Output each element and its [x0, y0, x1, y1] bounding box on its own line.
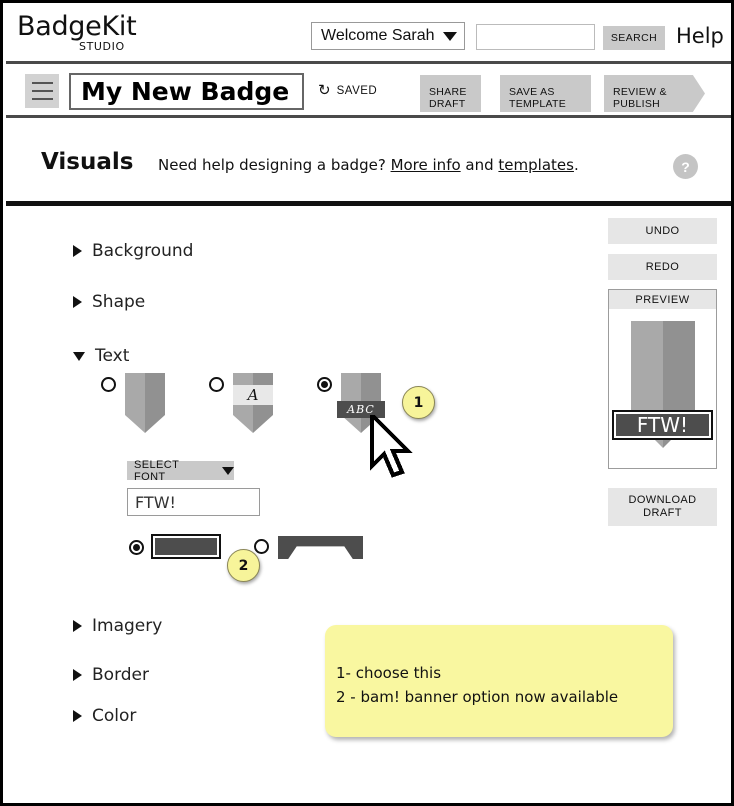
chevron-down-icon [222, 466, 234, 475]
banner-shape-preview-ribbon[interactable] [278, 536, 363, 559]
accordion-label-imagery: Imagery [92, 616, 163, 636]
review-publish-line1: REVIEW & [613, 85, 667, 98]
help-suffix: . [573, 156, 579, 174]
select-font-dropdown[interactable]: SELECT FONT [127, 458, 234, 483]
pennant-dark-banner: ABC [337, 401, 385, 418]
brand-subtitle: STUDIO [79, 40, 125, 53]
accordion-label-text: Text [95, 346, 130, 366]
download-line1: DOWNLOAD [628, 494, 697, 506]
hamburger-line [31, 98, 53, 100]
share-draft-line1: SHARE [429, 85, 467, 98]
pennant-half-right [663, 321, 695, 416]
save-template-line2: TEMPLATE [509, 97, 567, 110]
accordion-item-imagery[interactable]: Imagery [73, 616, 162, 636]
preview-panel: PREVIEW FTW! [608, 289, 717, 469]
share-draft-line2: DRAFT [429, 97, 466, 110]
pennant-tip-right [145, 415, 165, 433]
chevron-right-icon [73, 669, 82, 681]
select-font-label: SELECT FONT [134, 458, 179, 483]
preview-banner-text: FTW! [612, 410, 713, 440]
hamburger-line [31, 82, 53, 84]
pennant-tip [233, 415, 273, 433]
accordion-item-shape[interactable]: Shape [73, 292, 145, 312]
banner-shape-radio-ribbon[interactable] [254, 539, 269, 554]
save-as-template-button[interactable]: SAVE AS TEMPLATE [500, 75, 591, 112]
text-style-preview-plain[interactable] [125, 373, 165, 433]
pennant-body [125, 373, 165, 415]
pennant-text-band: A [233, 385, 273, 405]
welcome-user-dropdown[interactable]: Welcome Sarah [311, 22, 465, 50]
hamburger-menu-icon[interactable] [25, 74, 59, 108]
download-line2: DRAFT [643, 507, 682, 519]
more-info-link[interactable]: More info [391, 156, 461, 174]
pennant-half-left [631, 321, 663, 416]
refresh-icon: ↻ [318, 82, 331, 99]
pennant-tip-left [125, 415, 145, 433]
download-draft-button[interactable]: DOWNLOAD DRAFT [608, 488, 717, 526]
pennant-half-left [125, 373, 145, 415]
hamburger-line [31, 90, 53, 92]
text-style-radio-banner-overlay[interactable] [317, 377, 332, 392]
accordion-label-background: Background [92, 241, 194, 261]
accordion-item-border[interactable]: Border [73, 665, 149, 685]
help-prefix: Need help designing a badge? [158, 156, 391, 174]
callout-marker-2: 2 [227, 549, 260, 582]
question-mark-icon[interactable]: ? [673, 154, 698, 179]
brand-name: BadgeKit [17, 11, 137, 42]
search-button[interactable]: SEARCH [603, 26, 665, 50]
text-style-preview-banner-overlay[interactable]: ABC [337, 373, 385, 433]
accordion-label-border: Border [92, 665, 149, 685]
welcome-user-label: Welcome Sarah [321, 27, 435, 44]
chevron-down-icon [73, 351, 85, 361]
redo-button[interactable]: REDO [608, 254, 717, 280]
pennant-tip-left [233, 415, 253, 433]
saved-status: ↻ SAVED [318, 83, 377, 98]
review-publish-button[interactable]: REVIEW & PUBLISH [604, 75, 705, 112]
text-style-radio-inline-band[interactable] [209, 377, 224, 392]
search-input[interactable] [476, 24, 595, 50]
accordion-label-shape: Shape [92, 292, 146, 312]
text-style-radio-plain[interactable] [101, 377, 116, 392]
annotation-note: 1- choose this 2 - bam! banner option no… [325, 625, 673, 737]
callout-marker-1: 1 [402, 386, 435, 419]
banner-shape-preview-plate[interactable] [151, 534, 221, 559]
note-line-1: 1- choose this [336, 664, 442, 682]
help-mid: and [460, 156, 499, 174]
pennant-half-right [145, 373, 165, 415]
text-style-preview-inline-band[interactable]: A [233, 373, 273, 433]
page-title: Visuals [41, 149, 134, 175]
templates-link[interactable]: templates [498, 156, 574, 174]
preview-panel-title: PREVIEW [609, 290, 716, 309]
accordion-item-color[interactable]: Color [73, 706, 136, 726]
banner-shape-radio-plate[interactable] [129, 540, 144, 555]
section-help-text: Need help designing a badge? More info a… [158, 156, 579, 174]
badge-text-input[interactable] [127, 488, 260, 516]
note-line-2: 2 - bam! banner option now available [336, 688, 619, 706]
preview-panel-body: FTW! [609, 309, 716, 468]
share-draft-button[interactable]: SHARE DRAFT [420, 75, 481, 112]
chevron-right-icon [73, 296, 82, 308]
chevron-down-icon [442, 31, 457, 41]
save-template-line1: SAVE AS [509, 85, 555, 98]
badge-title-input[interactable] [69, 73, 304, 110]
accordion-item-background[interactable]: Background [73, 241, 193, 261]
help-link[interactable]: Help [676, 24, 724, 48]
pennant-tip [125, 415, 165, 433]
pennant-tip-right [253, 415, 273, 433]
review-publish-line2: PUBLISH [613, 97, 661, 110]
accordion-label-color: Color [92, 706, 137, 726]
badgekit-app: BadgeKit STUDIO Welcome Sarah SEARCH Hel… [0, 0, 734, 806]
saved-label: SAVED [336, 84, 378, 97]
chevron-right-icon [73, 710, 82, 722]
chevron-right-icon [73, 620, 82, 632]
accordion-item-text[interactable]: Text [73, 346, 129, 366]
pennant-body [631, 321, 695, 416]
brand-logo[interactable]: BadgeKit STUDIO [17, 11, 217, 54]
undo-button[interactable]: UNDO [608, 218, 717, 244]
chevron-right-icon [73, 245, 82, 257]
